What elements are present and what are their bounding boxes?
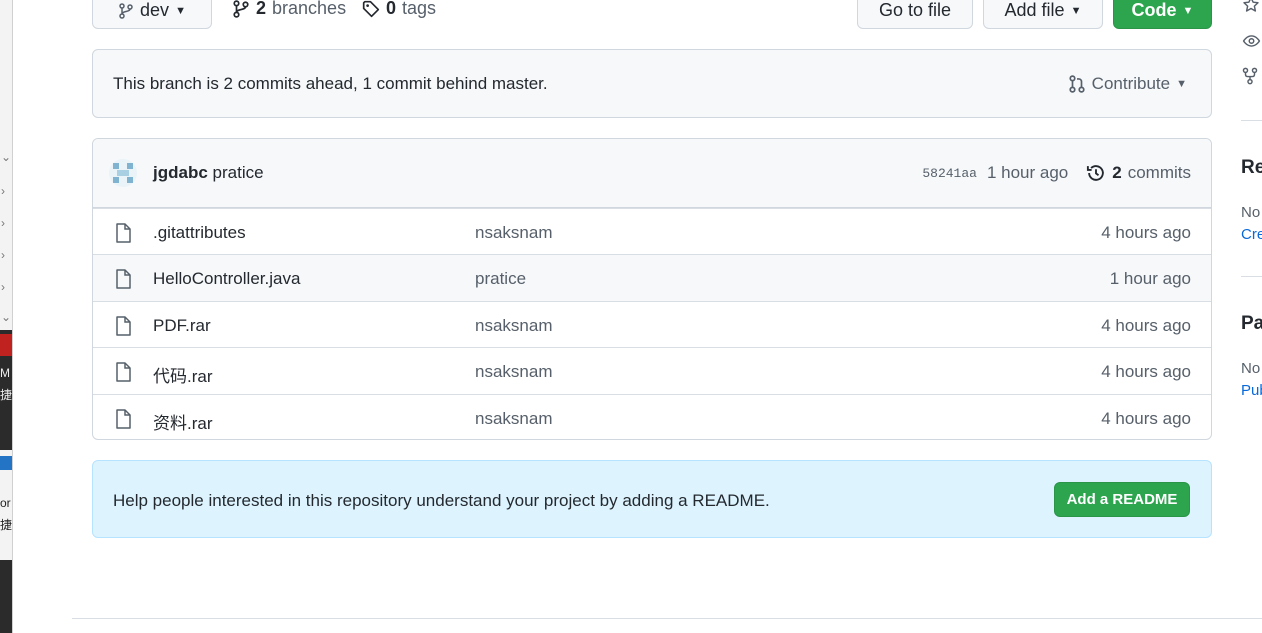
code-label: Code (1131, 0, 1177, 20)
commit-message[interactable]: pratice (213, 163, 264, 182)
chevron-down-icon: ⌄ (1, 150, 12, 164)
branches-link[interactable]: 2 branches (232, 0, 346, 19)
caret-down-icon: ▼ (1070, 4, 1082, 17)
create-release-link[interactable]: Cre (1241, 226, 1262, 243)
tag-icon (362, 0, 380, 17)
window-text: 捷 (0, 518, 13, 532)
file-name[interactable]: 代码.rar (153, 362, 213, 387)
tags-link[interactable]: 0 tags (362, 0, 436, 19)
file-row[interactable]: HelloController.java pratice 1 hour ago (93, 254, 1211, 301)
file-age: 4 hours ago (1101, 408, 1191, 428)
readme-prompt: Help people interested in this repositor… (92, 460, 1212, 538)
latest-commit-bar: jgdabc pratice 58241aa 1 hour ago 2 comm… (93, 139, 1211, 208)
divider (1241, 120, 1262, 121)
commit-sha[interactable]: 58241aa (922, 166, 977, 181)
publish-package-link[interactable]: Pub (1241, 382, 1262, 399)
file-name[interactable]: PDF.rar (153, 316, 211, 336)
packages-heading: Pa (1241, 313, 1262, 334)
file-name[interactable]: .gitattributes (153, 223, 246, 243)
eye-icon[interactable] (1241, 32, 1262, 50)
branch-status-message: This branch is 2 commits ahead, 1 commit… (113, 74, 548, 93)
file-icon (116, 316, 131, 336)
history-icon (1087, 165, 1105, 181)
window-text: or (0, 496, 11, 510)
file-row[interactable]: .gitattributes nsaksnam 4 hours ago (93, 208, 1211, 254)
releases-text: No (1241, 204, 1261, 221)
thumbnail-accent (0, 456, 12, 470)
divider (1241, 276, 1262, 277)
file-row[interactable]: PDF.rar nsaksnam 4 hours ago (93, 300, 1211, 347)
branch-status-box: This branch is 2 commits ahead, 1 commit… (92, 49, 1212, 118)
commits-label: commits (1127, 163, 1191, 182)
background-window-edge: ⌄ › › › › ⌄ M 捷 or 捷 (0, 0, 13, 633)
file-icon (116, 408, 131, 429)
file-row[interactable]: 代码.rar nsaksnam 4 hours ago (93, 347, 1211, 393)
add-readme-button[interactable]: Add a README (1054, 482, 1190, 517)
file-name[interactable]: HelloController.java (153, 269, 300, 289)
pull-request-icon (1069, 75, 1085, 93)
releases-heading: Re (1241, 157, 1262, 178)
file-commit-message[interactable]: nsaksnam (475, 223, 552, 243)
add-file-button[interactable]: Add file ▼ (983, 0, 1103, 29)
contribute-button[interactable]: Contribute ▼ (1068, 74, 1187, 94)
thumbnail-accent (0, 334, 12, 356)
file-icon (116, 362, 131, 382)
fork-icon[interactable] (1241, 67, 1259, 85)
file-list: jgdabc pratice 58241aa 1 hour ago 2 comm… (92, 138, 1212, 440)
file-commit-message[interactable]: pratice (475, 269, 526, 289)
contribute-label: Contribute (1091, 74, 1171, 93)
commit-time: 1 hour ago (986, 163, 1069, 182)
window-text: M (0, 366, 10, 380)
chevron-right-icon: › (1, 184, 5, 198)
caret-down-icon: ▼ (1182, 4, 1194, 17)
file-commit-message[interactable]: nsaksnam (475, 409, 552, 429)
chevron-down-icon: ⌄ (1, 310, 12, 324)
chevron-right-icon: › (1, 216, 5, 230)
window-text: 捷 (0, 388, 13, 402)
commits-link[interactable]: 2 commits (1086, 163, 1191, 183)
chevron-right-icon: › (1, 248, 5, 262)
add-file-label: Add file (1004, 0, 1065, 20)
branches-count: 2 (256, 0, 267, 18)
packages-text: No (1241, 360, 1261, 377)
thumbnail-image (0, 560, 12, 633)
file-commit-message[interactable]: nsaksnam (475, 362, 552, 382)
branch-name: dev (140, 0, 170, 20)
file-age: 1 hour ago (1109, 269, 1191, 289)
branch-icon (233, 0, 249, 18)
commit-meta: 58241aa 1 hour ago 2 commits (922, 163, 1191, 183)
tags-count: 0 (386, 0, 397, 18)
commit-summary: jgdabc pratice (153, 163, 264, 183)
code-button[interactable]: Code ▼ (1113, 0, 1212, 29)
file-commit-message[interactable]: nsaksnam (475, 316, 552, 336)
readme-prompt-message: Help people interested in this repositor… (113, 491, 770, 510)
tags-label: tags (402, 0, 437, 18)
caret-down-icon: ▼ (175, 4, 186, 17)
star-icon[interactable] (1241, 0, 1261, 14)
file-age: 4 hours ago (1101, 223, 1191, 242)
file-age: 4 hours ago (1101, 315, 1191, 335)
file-icon (116, 223, 131, 243)
file-age: 4 hours ago (1101, 362, 1191, 382)
file-row[interactable]: 资料.rar nsaksnam 4 hours ago (93, 393, 1211, 439)
branches-label: branches (272, 0, 347, 18)
branch-select-button[interactable]: dev ▼ (92, 0, 212, 29)
chevron-right-icon: › (1, 280, 5, 294)
branch-icon (119, 2, 133, 19)
commit-author[interactable]: jgdabc (153, 163, 208, 182)
caret-down-icon: ▼ (1176, 78, 1187, 90)
go-to-file-label: Go to file (878, 0, 952, 20)
commits-count: 2 (1112, 163, 1122, 182)
divider (72, 618, 1262, 619)
file-name[interactable]: 资料.rar (153, 409, 213, 434)
avatar[interactable] (109, 159, 137, 187)
go-to-file-button[interactable]: Go to file (857, 0, 973, 29)
file-icon (116, 269, 131, 290)
